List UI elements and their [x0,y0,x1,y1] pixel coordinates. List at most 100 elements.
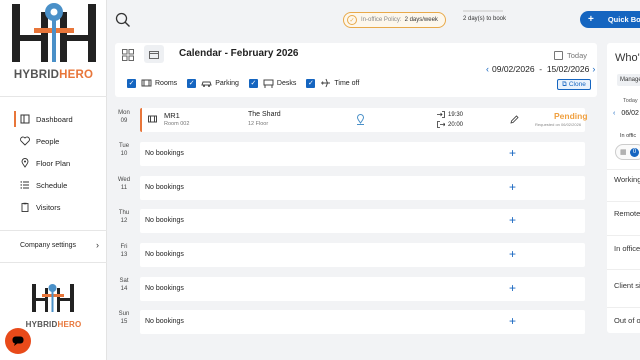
add-booking-button[interactable]: + [509,315,516,327]
day-row: No bookings + [140,243,585,267]
today-label[interactable]: Today [623,98,638,104]
check-circle-icon: ✓ [347,15,357,25]
add-booking-button[interactable]: + [509,214,516,226]
status-client-site[interactable]: Client si [614,281,640,290]
checkbox-checked[interactable]: ✓ [306,78,316,88]
days-to-book-text: 2 day(s) to book [463,16,507,22]
booking-location: The Shard [248,111,281,118]
day-number: 15 [120,319,128,325]
requested-date: Requested on 06/02/2026 [535,122,582,127]
day-of-week: Thu [118,210,130,216]
filter-desks[interactable]: ✓ Desks [248,78,297,88]
clone-button[interactable]: ⧉ Clone [557,79,591,90]
day-label: Sat 14 [113,277,135,293]
checkbox-checked[interactable]: ✓ [248,78,258,88]
in-office-count-badge[interactable]: ▦ 0 [615,144,640,160]
nav-item-dashboard[interactable]: Dashboard [0,108,107,130]
nav-label: Visitors [36,202,61,212]
quick-book-button[interactable]: + Quick Bo [580,11,640,28]
date-range-nav: ‹ 09/02/2026 - 15/02/2026 › [483,64,598,74]
chat-icon [12,336,24,346]
manage-dropdown[interactable]: Manage [617,74,640,86]
booking-row[interactable]: MR1 Room 002 The Shard 12 Floor 19:30 20… [140,108,588,132]
status-remote[interactable]: Remote [614,209,640,218]
calendar-view-button[interactable] [144,45,164,63]
end-time: 20:00 [448,121,464,128]
desk-icon [263,78,274,88]
day-of-week: Sun [118,311,130,317]
day-of-week: Mon [118,110,130,116]
status-badge: Pending [554,111,588,121]
filter-rooms[interactable]: ✓ Rooms [127,78,177,88]
booking-name: MR1 [164,111,180,120]
divider [0,96,107,97]
status-out-of-office[interactable]: Out of o [614,316,640,325]
calendar-icon [554,51,563,60]
plane-icon [320,78,331,88]
add-booking-button[interactable]: + [509,147,516,159]
calendar-header: Calendar - February 2026 Today ‹ 09/02/2… [115,43,597,97]
no-bookings-text: No bookings [145,318,184,325]
chevron-left-icon[interactable]: ‹ [486,64,489,74]
nav-item-schedule[interactable]: Schedule [0,174,107,196]
chevron-left-icon[interactable]: ‹ [613,110,615,117]
add-booking-button[interactable]: + [509,181,516,193]
list-icon [20,180,30,190]
day-of-week: Wed [117,177,131,183]
filter-label: Parking [215,79,239,87]
day-number: 12 [120,218,128,224]
day-label: Thu 12 [113,209,135,225]
location-pin-icon[interactable] [356,114,365,125]
status-in-office[interactable]: In office [614,244,640,253]
divider [607,307,640,308]
in-office-count: 0 [630,148,639,157]
filter-label: Desks [276,79,297,87]
grid-view-icon[interactable] [122,49,134,61]
policy-label: In-office Policy: [361,17,402,23]
days-to-book: 2 day(s) to book [463,10,506,22]
no-bookings-text: No bookings [145,184,184,191]
day-label: Wed 11 [113,176,135,192]
booking-floor: 12 Floor [248,121,269,127]
divider [0,230,107,231]
booking-type-filters: ✓ Rooms ✓ Parking ✓ Desks ✓ Time off [127,78,369,88]
in-office-policy-badge: ✓ In-office Policy: 2 days/week [343,12,446,28]
add-booking-button[interactable]: + [509,248,516,260]
day-label: Fri 13 [113,243,135,259]
no-bookings-text: No bookings [145,285,184,292]
checkbox-checked[interactable]: ✓ [187,78,197,88]
car-icon [201,78,212,88]
nav-item-people[interactable]: People [0,130,107,152]
divider [0,262,107,263]
divider [607,169,640,170]
day-number: 13 [120,252,128,258]
main-nav: Dashboard People Floor Plan Schedule Vis… [0,108,107,218]
panel-date-nav: ‹ 06/02 [613,110,639,117]
day-of-week: Fri [120,244,128,250]
no-bookings-text: No bookings [145,217,184,224]
booking-room: Room 002 [164,121,190,127]
building-icon: ▦ [620,149,627,156]
filter-parking[interactable]: ✓ Parking [187,78,239,88]
day-number: 14 [120,286,128,292]
booking-start: 19:30 [437,111,463,118]
status-working[interactable]: Working [614,175,640,184]
filter-time-off[interactable]: ✓ Time off [306,78,359,88]
day-label: Mon 09 [113,109,135,125]
search-icon[interactable] [115,12,131,28]
quick-book-label: Quick Bo [607,15,640,24]
nav-item-floor-plan[interactable]: Floor Plan [0,152,107,174]
company-settings-menu[interactable]: Company settings › [0,236,107,254]
day-of-week: Tue [118,143,130,149]
chat-button[interactable] [5,328,31,354]
chevron-right-icon[interactable]: › [592,64,595,74]
filter-label: Rooms [155,79,178,87]
checkbox-checked[interactable]: ✓ [127,78,136,88]
whos-in-panel: Who's Manage Today ‹ 06/02 In offic ▦ 0 W… [607,43,640,333]
add-booking-button[interactable]: + [509,282,516,294]
copy-icon: ⧉ [562,80,567,88]
nav-item-visitors[interactable]: Visitors [0,196,107,218]
today-button[interactable]: Today [554,51,587,60]
filter-label: Time off [334,79,360,87]
edit-icon[interactable] [510,115,519,124]
